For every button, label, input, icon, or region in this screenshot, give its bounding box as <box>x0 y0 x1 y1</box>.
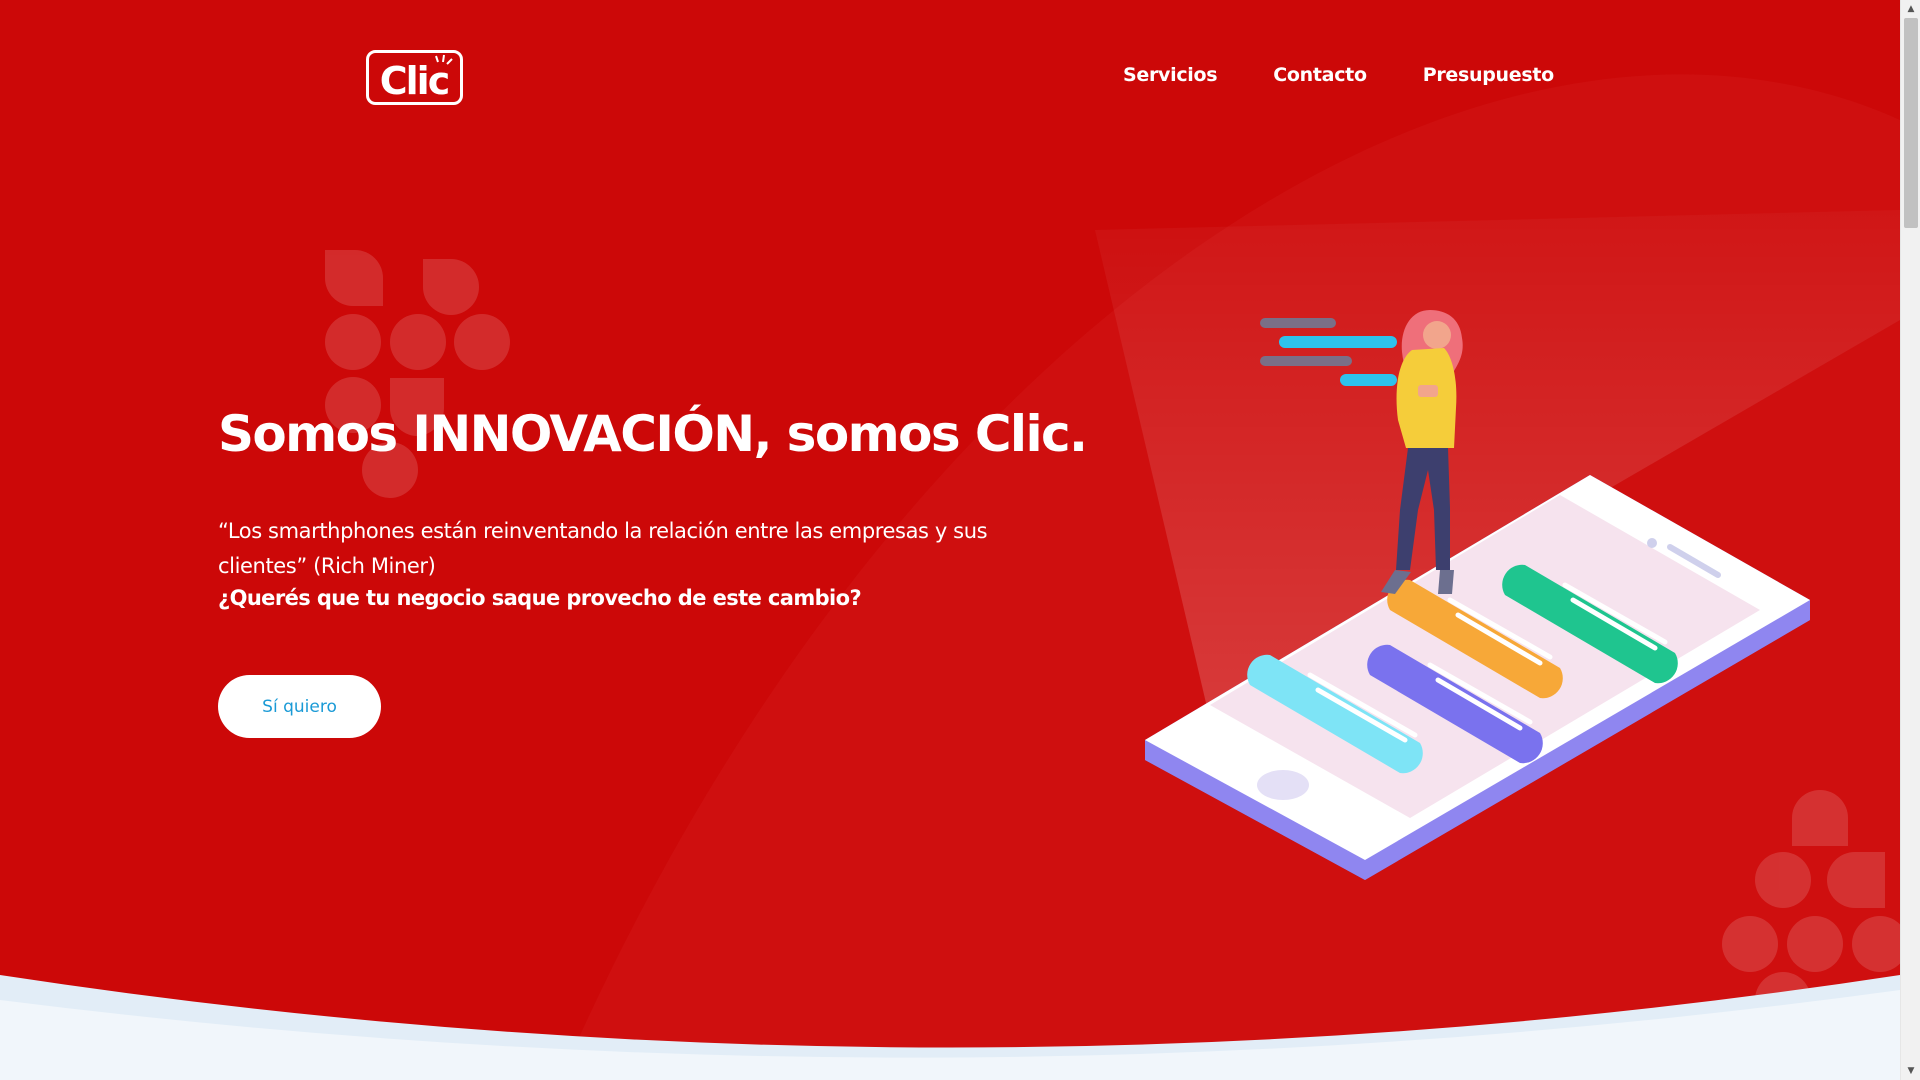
scroll-thumb[interactable] <box>1904 18 1918 228</box>
scroll-down-arrow-icon[interactable]: ▼ <box>1901 1062 1920 1080</box>
woman-on-smartphone-chat-illustration <box>1145 310 1810 880</box>
clic-logo[interactable]: Clic <box>366 50 463 105</box>
hero-quote: “Los smarthphones están reinventando la … <box>218 519 988 578</box>
floating-message-bars <box>1260 318 1397 386</box>
woman-figure <box>1381 310 1463 594</box>
si-quiero-button[interactable]: Sí quiero <box>218 675 381 738</box>
smartphone-graphic <box>1145 475 1810 880</box>
hero-question: ¿Querés que tu negocio saque provecho de… <box>218 586 862 610</box>
svg-text:Clic: Clic <box>380 59 448 103</box>
scroll-up-arrow-icon[interactable]: ▲ <box>1901 0 1920 18</box>
page-scrollbar[interactable]: ▲ ▼ <box>1900 0 1920 1080</box>
page-viewport: Clic Servicios Contacto Presupuesto Somo… <box>0 0 1900 1080</box>
hero-title: Somos INNOVACIÓN, somos Clic. <box>218 405 1088 463</box>
bottom-wave <box>0 975 1900 1080</box>
